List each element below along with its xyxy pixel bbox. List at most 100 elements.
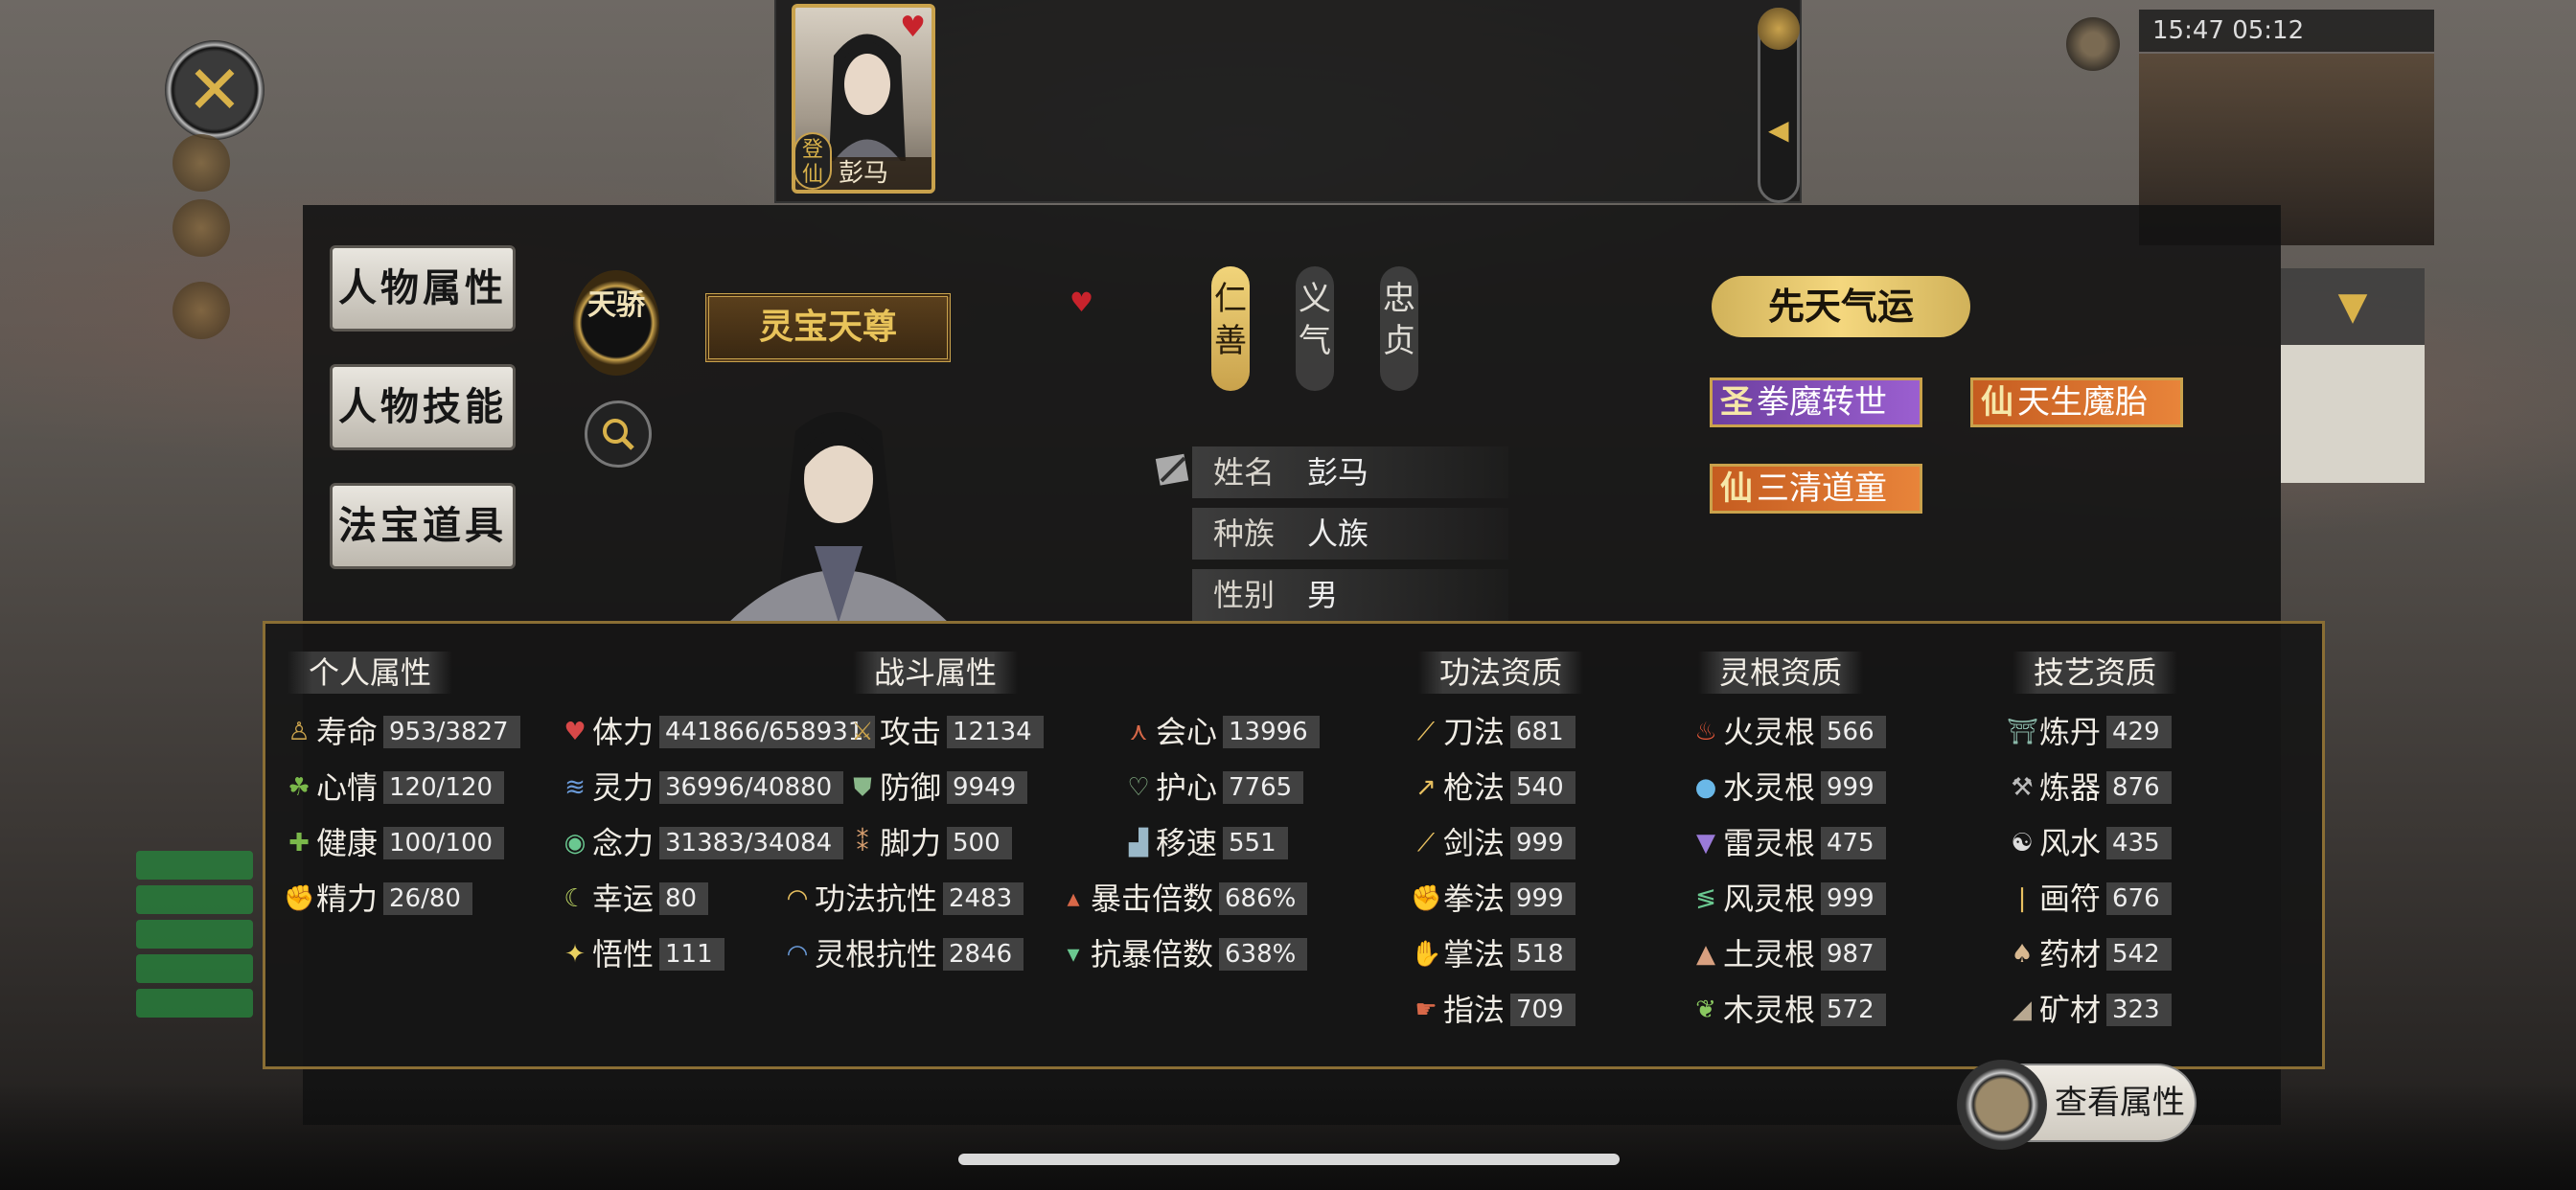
side-panel-card: [2281, 345, 2425, 483]
stat-blade: ⟋ 刀法 681: [1411, 713, 1576, 751]
stat-crit-multiplier: ▴ 暴击倍数 686%: [1058, 880, 1308, 918]
fist-icon: ✊: [1411, 884, 1442, 913]
stat-label: 炼器: [2039, 769, 2102, 806]
stat-value: 566: [1821, 716, 1886, 748]
character-card[interactable]: ♥ 彭马 登仙: [792, 4, 935, 194]
stat-value: 953/3827: [383, 716, 520, 748]
stat-footwork: ⁑ 脚力 500: [847, 824, 1012, 862]
stat-value: 111: [659, 938, 724, 971]
info-name-row: 姓名 彭马: [1192, 446, 1508, 498]
stat-heart-guard: ♡ 护心 7765: [1123, 768, 1304, 807]
stat-attack: ⚔ 攻击 12134: [847, 713, 1044, 751]
stat-label: 炼丹: [2039, 714, 2102, 750]
stat-value: 2483: [943, 882, 1024, 915]
view-attributes-button[interactable]: 查看属性: [1957, 1060, 2196, 1150]
menu-icon-3[interactable]: [172, 282, 230, 339]
stat-water-root: ● 水灵根 999: [1690, 768, 1886, 807]
avatar: [1957, 1060, 2047, 1150]
edit-name-icon[interactable]: [1154, 450, 1192, 489]
side-list-item[interactable]: [136, 954, 253, 983]
heart-icon: ♥: [564, 718, 586, 746]
stat-alchemy: ⛩ 炼丹 429: [2007, 713, 2172, 751]
stat-value: 7765: [1223, 771, 1304, 804]
fortune-tag-sanqing-acolyte[interactable]: 仙三清道童: [1710, 464, 1922, 514]
stat-value: 323: [2106, 994, 2172, 1026]
stat-label: 枪法: [1443, 769, 1506, 806]
stat-value: 518: [1510, 938, 1576, 971]
side-list-item[interactable]: [136, 885, 253, 914]
stat-label: 防御: [880, 769, 942, 806]
stat-label: 会心: [1156, 714, 1218, 750]
stat-label: 灵力: [592, 769, 655, 806]
stat-label: 精力: [316, 881, 379, 917]
stat-wood-root: ❦ 木灵根 572: [1690, 991, 1886, 1029]
stat-value: 429: [2106, 716, 2172, 748]
fortune-tag-fist-demon[interactable]: 圣拳魔转世: [1710, 378, 1922, 427]
header-combat-attributes: 战斗属性: [853, 652, 1019, 694]
stat-value: 500: [947, 827, 1012, 859]
yinyang-icon: ☯: [2011, 829, 2034, 858]
swords-icon: ⚔: [851, 718, 874, 746]
side-list-item[interactable]: [136, 989, 253, 1018]
stat-label: 画符: [2039, 881, 2102, 917]
fortune-grade-glyph: 仙: [1981, 383, 2013, 422]
stat-value: 999: [1821, 771, 1886, 804]
sidebar-item-items[interactable]: 法宝道具: [330, 483, 516, 569]
home-indicator[interactable]: [958, 1154, 1620, 1165]
stat-label: 念力: [592, 825, 655, 861]
stat-value: 676: [2106, 882, 2172, 915]
stat-value: 36996/40880: [659, 771, 844, 804]
info-value: 彭马: [1307, 454, 1369, 491]
stat-label: 指法: [1443, 992, 1506, 1028]
close-button[interactable]: ✕: [165, 40, 264, 140]
down-triangles-icon: ▾: [1067, 940, 1080, 969]
stat-value: 31383/34084: [659, 827, 844, 859]
menu-icon-2[interactable]: [172, 199, 230, 257]
fire-icon: ♨: [1694, 718, 1717, 746]
favorite-heart-icon[interactable]: ♥: [1070, 289, 1093, 316]
stat-value: 987: [1821, 938, 1886, 971]
header-craft-aptitude: 技艺资质: [2012, 652, 2178, 694]
dome-icon: ◠: [786, 884, 809, 913]
stat-value: 542: [2106, 938, 2172, 971]
stat-stamina: ♥ 体力 441866/658931: [560, 713, 876, 751]
sidebar-item-skills[interactable]: 人物技能: [330, 364, 516, 450]
palm-icon: ✋: [1411, 940, 1442, 969]
hammer-icon: ⚒: [2011, 773, 2034, 802]
dome-outline-icon: ◠: [786, 940, 809, 969]
side-list-item[interactable]: [136, 920, 253, 949]
eye-icon: ◉: [564, 829, 586, 858]
card-bar-toggle[interactable]: ◀: [1758, 8, 1800, 203]
stat-label: 护心: [1156, 769, 1218, 806]
stat-luck: ☾ 幸运 80: [560, 880, 709, 918]
stat-label: 土灵根: [1723, 936, 1816, 973]
cauldron-icon: ⛩: [2007, 718, 2039, 746]
stat-label: 水灵根: [1723, 769, 1816, 806]
character-title: 灵宝天尊: [705, 293, 951, 362]
sidebar-item-attributes[interactable]: 人物属性: [330, 245, 516, 332]
fortune-tag-demon-fetus[interactable]: 仙天生魔胎: [1970, 378, 2183, 427]
collapse-arrow-icon: ◀: [1768, 114, 1789, 146]
virtue-loyalty-friends[interactable]: 义气: [1296, 266, 1334, 391]
virtue-fidelity[interactable]: 忠贞: [1380, 266, 1418, 391]
virtue-benevolence[interactable]: 仁善: [1211, 266, 1250, 391]
menu-icon-1[interactable]: [172, 134, 230, 192]
settings-gear-icon[interactable]: [2066, 17, 2120, 71]
cross-icon: ✚: [288, 829, 310, 858]
heart-shield-icon: ♡: [1127, 773, 1150, 802]
stat-value: 709: [1510, 994, 1576, 1026]
stat-fist: ✊ 拳法 999: [1411, 880, 1576, 918]
side-dropdown-arrow-icon[interactable]: ▼: [2281, 268, 2425, 345]
stat-value: 441866/658931: [659, 716, 876, 748]
crit-icon: ⋏: [1129, 718, 1148, 746]
stat-label: 风水: [2039, 825, 2102, 861]
stat-value: 100/100: [383, 827, 505, 859]
stat-value: 120/120: [383, 771, 505, 804]
search-button[interactable]: [585, 400, 652, 468]
stat-value: 876: [2106, 771, 2172, 804]
stat-herbs: ♠ 药材 542: [2007, 935, 2172, 973]
stat-label: 木灵根: [1723, 992, 1816, 1028]
side-list-item[interactable]: [136, 851, 253, 880]
stat-label: 健康: [316, 825, 379, 861]
group-icon: [1758, 8, 1800, 50]
